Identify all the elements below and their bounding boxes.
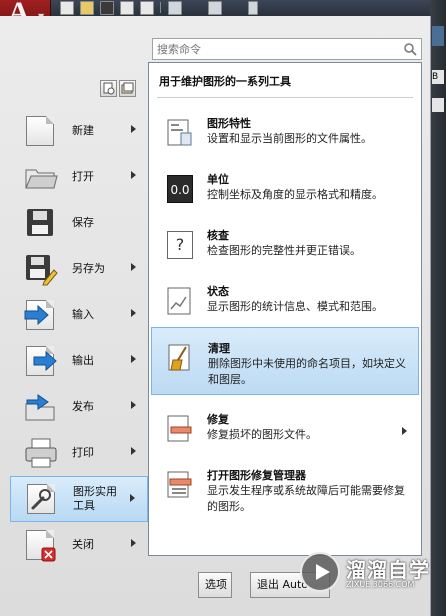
- recent-documents-toolbar: [100, 80, 138, 99]
- close-document-icon: [24, 528, 58, 562]
- menu-item-label: 打开: [72, 170, 94, 183]
- chevron-right-icon: [131, 447, 136, 455]
- printer-icon: [24, 436, 58, 470]
- background-app-edge: B: [430, 0, 446, 616]
- search-box[interactable]: [152, 38, 422, 60]
- recover-icon: [167, 415, 192, 442]
- watermark-title: 溜溜自学: [346, 558, 430, 582]
- divider: [157, 97, 413, 98]
- menu-item-label: 保存: [72, 216, 94, 229]
- application-menu: 新建 打开 保存: [0, 16, 431, 616]
- menu-item-export[interactable]: 输出: [10, 338, 148, 384]
- submenu-item-description: 删除图形中未使用的命名项目，如块定义和图层。: [208, 357, 406, 386]
- submenu-item-description: 检查图形的完整性并更正错误。: [207, 244, 361, 257]
- command-list: 新建 打开 保存 另存为 输入 输出 发布 打印 图形实用 工具 关闭: [10, 108, 148, 568]
- play-logo-icon: [300, 552, 340, 592]
- chevron-right-icon: [130, 494, 135, 502]
- panel-title: 用于维护图形的一系列工具: [159, 75, 291, 88]
- search-icon[interactable]: [403, 42, 417, 56]
- print-icon[interactable]: [140, 1, 154, 15]
- background-tab: [432, 26, 444, 46]
- open-documents-button[interactable]: [119, 80, 136, 97]
- submenu-item-title: 核查: [207, 229, 229, 242]
- chevron-right-icon: [131, 539, 136, 547]
- chevron-right-icon: [131, 171, 136, 179]
- menu-item-close[interactable]: 关闭: [10, 522, 148, 568]
- menu-item-new[interactable]: 新建: [10, 108, 148, 154]
- menu-item-label: 发布: [72, 400, 94, 413]
- save-disk-icon: [24, 206, 58, 240]
- submenu-item-description: 设置和显示当前图形的文件属性。: [207, 132, 372, 145]
- open-docs-icon: [121, 82, 134, 94]
- menu-item-drawing-utilities[interactable]: 图形实用 工具: [10, 476, 148, 522]
- publish-icon: [24, 390, 58, 424]
- new-file-icon[interactable]: [60, 1, 74, 15]
- saveas-icon[interactable]: [120, 1, 134, 15]
- redo-icon[interactable]: [208, 1, 222, 15]
- submenu-item-title: 单位: [207, 173, 229, 186]
- menu-item-label: 另存为: [72, 262, 105, 275]
- menu-item-save[interactable]: 保存: [10, 200, 148, 246]
- menu-item-label: 输出: [72, 354, 94, 367]
- background-field: [432, 98, 444, 112]
- options-button[interactable]: 选项: [198, 572, 232, 598]
- chevron-right-icon: [131, 309, 136, 317]
- submenu-item-description: 显示发生程序或系统故障后可能需要修复的图形。: [207, 484, 405, 513]
- menu-item-label: 输入: [72, 308, 94, 321]
- export-icon: [24, 344, 58, 378]
- menu-item-open[interactable]: 打开: [10, 154, 148, 200]
- submenu-item-title: 清理: [208, 342, 230, 355]
- submenu-item-recovery-manager[interactable]: 打开图形修复管理器 显示发生程序或系统故障后可能需要修复的图形。: [151, 455, 419, 523]
- menu-item-label: 打印: [72, 446, 94, 459]
- toolbar-separator: [160, 2, 161, 13]
- drawing-properties-icon: [167, 119, 192, 146]
- chevron-right-icon: [131, 125, 136, 133]
- menu-item-label: 新建: [72, 124, 94, 137]
- submenu-item-description: 显示图形的统计信息、模式和范围。: [207, 300, 383, 313]
- purge-broom-icon: [168, 344, 190, 371]
- submenu-item-title: 状态: [207, 285, 229, 298]
- units-icon: 0.0: [167, 175, 193, 203]
- submenu-panel: 用于维护图形的一系列工具 图形特性 设置和显示当前图形的文件属性。 0.0 单位…: [148, 62, 422, 556]
- undo-icon[interactable]: [168, 1, 182, 15]
- import-icon: [24, 298, 58, 332]
- recent-docs-icon: [103, 82, 115, 95]
- customize-toolbar-icon[interactable]: [248, 1, 258, 15]
- save-as-icon: [24, 252, 58, 286]
- status-icon: [167, 287, 191, 315]
- chevron-right-icon: [402, 427, 407, 435]
- chevron-right-icon: [131, 263, 136, 271]
- recovery-manager-icon: [167, 471, 192, 498]
- menu-item-print[interactable]: 打印: [10, 430, 148, 476]
- save-icon[interactable]: [100, 1, 114, 15]
- menu-item-saveas[interactable]: 另存为: [10, 246, 148, 292]
- menu-item-publish[interactable]: 发布: [10, 384, 148, 430]
- submenu-item-purge[interactable]: 清理 删除图形中未使用的命名项目，如块定义和图层。: [151, 327, 419, 395]
- recent-documents-button[interactable]: [100, 80, 117, 97]
- menu-item-label: 关闭: [72, 538, 94, 551]
- menu-item-import[interactable]: 输入: [10, 292, 148, 338]
- submenu-item-description: 控制坐标及角度的显示格式和精度。: [207, 188, 383, 201]
- background-label: B: [432, 70, 444, 84]
- watermark: 溜溜自学 ZIXUE.3066.COM: [300, 546, 430, 606]
- chevron-right-icon: [131, 401, 136, 409]
- submenu-item-title: 图形特性: [207, 117, 251, 130]
- submenu-item-description: 修复损坏的图形文件。: [207, 428, 317, 441]
- watermark-subtitle: ZIXUE.3066.COM: [346, 580, 415, 589]
- new-document-icon: [24, 114, 58, 148]
- quick-access-toolbar: [0, 0, 446, 16]
- open-folder-icon[interactable]: [80, 1, 94, 15]
- chevron-right-icon: [131, 355, 136, 363]
- search-input[interactable]: [157, 40, 397, 58]
- submenu-item-title: 修复: [207, 413, 229, 426]
- menu-item-label: 图形实用 工具: [73, 485, 117, 512]
- wrench-icon: [25, 482, 59, 516]
- submenu-item-title: 打开图形修复管理器: [207, 469, 306, 482]
- open-folder-icon: [24, 160, 58, 194]
- audit-icon: ?: [167, 231, 193, 259]
